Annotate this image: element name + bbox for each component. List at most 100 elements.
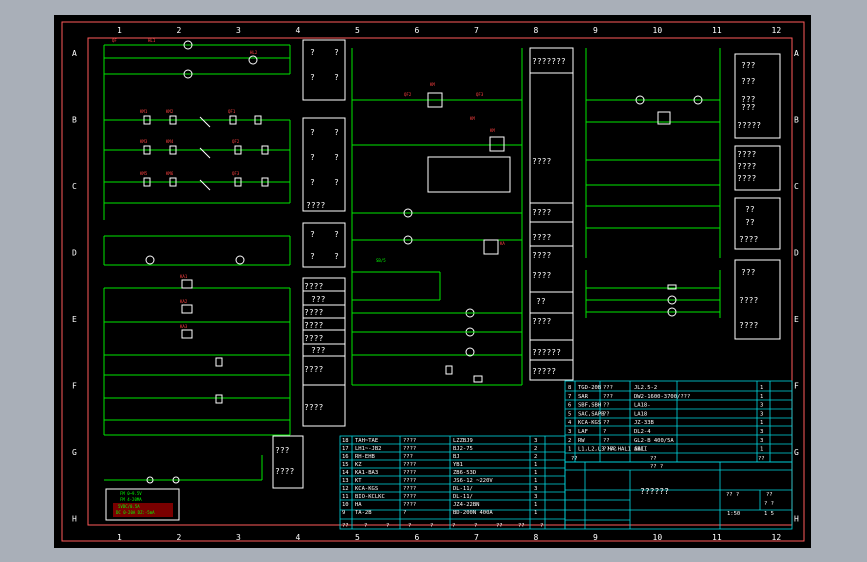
panel-left-4: ???? ??? ???? ???? ???? ??? ???? ????	[302, 277, 346, 427]
bom-cell: LA18-	[634, 403, 651, 409]
bom-cell: 1	[534, 462, 537, 468]
bom-cell: 10	[342, 502, 349, 508]
column-number: 7	[474, 533, 479, 542]
bom-cell: ????	[403, 462, 416, 468]
bom-cell: ????	[403, 478, 416, 484]
column-number: 9	[593, 533, 598, 542]
column-number: 6	[415, 26, 420, 35]
bom-cell: 6	[568, 403, 571, 409]
row-letter: D	[72, 249, 77, 258]
svg-text:?: ?	[310, 73, 315, 82]
svg-text:???: ???	[275, 446, 290, 455]
svg-text:????: ????	[304, 308, 323, 317]
bom-cell: 2	[534, 454, 537, 460]
svg-text:????: ????	[304, 403, 323, 412]
bom-cell: BJ	[453, 454, 460, 460]
bom-table-left: 18 TAH~TAE???? LZZBJ9 3 17 LH1~-JB2???? BJ2-75…	[339, 435, 566, 530]
svg-text:? ?: ? ?	[764, 501, 774, 507]
svg-text:1:50: 1:50	[727, 511, 740, 517]
svg-text:KM6: KM6	[166, 171, 174, 176]
svg-text:KM: KM	[490, 128, 495, 133]
bom-cell: ABII	[634, 447, 647, 453]
bom-cell: RW	[578, 438, 585, 444]
bom-cell: ZB6-53D	[453, 470, 476, 476]
svg-text:FM 0~9.5V: FM 0~9.5V	[120, 491, 142, 496]
bom-footer-cell: ?	[474, 523, 477, 529]
svg-text:KM1: KM1	[140, 109, 148, 114]
column-number: 3	[236, 533, 241, 542]
column-number: 11	[712, 26, 722, 35]
bom-cell: LZZBJ9	[453, 438, 473, 444]
bom-cell: DL-11/	[453, 486, 473, 492]
svg-text:????: ????	[739, 235, 758, 244]
svg-text:KM4: KM4	[166, 139, 174, 144]
bom-cell: JL2.5-2	[634, 385, 657, 391]
bom-cell: DL2-4	[634, 429, 651, 435]
row-letter: A	[794, 49, 799, 58]
row-letter: B	[72, 116, 77, 125]
bom-footer-cell: ?	[386, 523, 389, 529]
red-note-box: FM 0~9.5V FM 4-20MA 5VDC/0.5A DC 0-20A D…	[105, 488, 180, 521]
bom-cell: ????	[403, 486, 416, 492]
svg-text:??: ??	[758, 456, 765, 462]
bom-cell: RH-EHB	[355, 454, 376, 460]
bom-cell: 5	[568, 411, 571, 417]
svg-text:KM: KM	[470, 116, 475, 121]
bom-cell: GL2-B 400/5A	[634, 438, 674, 444]
bom-cell: 8	[568, 385, 571, 391]
bom-cell: LH1~-JB2	[355, 446, 382, 452]
svg-text:????: ????	[304, 365, 323, 374]
svg-text:DC 0-20A DZ:-5mA: DC 0-20A DZ:-5mA	[116, 510, 155, 515]
bom-cell: 1	[534, 502, 537, 508]
bom-cell: ??	[603, 438, 610, 444]
svg-text:????: ????	[532, 233, 551, 242]
bom-cell: ???	[403, 454, 413, 460]
bom-cell: 17	[342, 446, 349, 452]
svg-text:???????: ???????	[532, 57, 566, 66]
panel-right-1: ??? ??? ??? ??? ?????	[734, 53, 781, 139]
bom-cell: JZ-33B	[634, 420, 655, 426]
column-number: 10	[653, 533, 663, 542]
bom-cell: BD-200N 400A	[453, 510, 493, 516]
svg-text:??: ??	[650, 456, 657, 462]
svg-text:QF2: QF2	[232, 139, 240, 144]
svg-text:?: ?	[310, 128, 315, 137]
row-letter: G	[794, 448, 799, 457]
svg-text:?: ?	[334, 48, 339, 57]
bom-cell: SBF,SBH	[578, 403, 601, 409]
bom-cell: ????	[403, 502, 416, 508]
bom-cell: 2	[534, 446, 537, 452]
column-number: 4	[296, 26, 301, 35]
bom-cell: KCA-KGS	[355, 486, 378, 492]
column-number: 4	[296, 533, 301, 542]
bom-cell: ????	[403, 470, 416, 476]
svg-text:QF3: QF3	[476, 92, 484, 97]
bom-cell: 1	[568, 447, 571, 453]
svg-text:?: ?	[334, 252, 339, 261]
schematic-drawing: .w{stroke:#00e600;stroke-width:1;fill:no…	[61, 21, 805, 542]
svg-text:????: ????	[304, 321, 323, 330]
column-number: 10	[653, 26, 663, 35]
column-number: 2	[177, 533, 182, 542]
bom-cell: ????	[403, 446, 416, 452]
svg-text:????: ????	[532, 208, 551, 217]
center-control-circuits: KM QF2 QF3 KM KM SB/5 KA	[351, 48, 523, 386]
svg-text:KM: KM	[430, 82, 435, 87]
svg-text:????: ????	[737, 174, 756, 183]
svg-text:QF2: QF2	[404, 92, 412, 97]
svg-text:???: ???	[311, 295, 326, 304]
row-letter: F	[72, 382, 77, 391]
bom-cell: YB1	[453, 462, 463, 468]
bom-cell: 1	[760, 394, 763, 400]
svg-text:????: ????	[737, 150, 756, 159]
row-letter: H	[794, 515, 799, 524]
column-number: 3	[236, 26, 241, 35]
bom-cell: 16	[342, 454, 349, 460]
svg-text:??: ??	[766, 492, 773, 498]
column-number: 7	[474, 26, 479, 35]
column-number: 8	[534, 26, 539, 35]
bom-table-right: 8 TGD-20B??? JL2.5-2 1 7 SAR??? DW2-1600-3700/…	[564, 380, 793, 463]
svg-text:?? ?: ?? ?	[726, 492, 739, 498]
bom-cell: LA18	[634, 411, 647, 417]
panel-center: ??????? ???? ???? ???? ???? ???? ?? ????…	[529, 47, 574, 381]
